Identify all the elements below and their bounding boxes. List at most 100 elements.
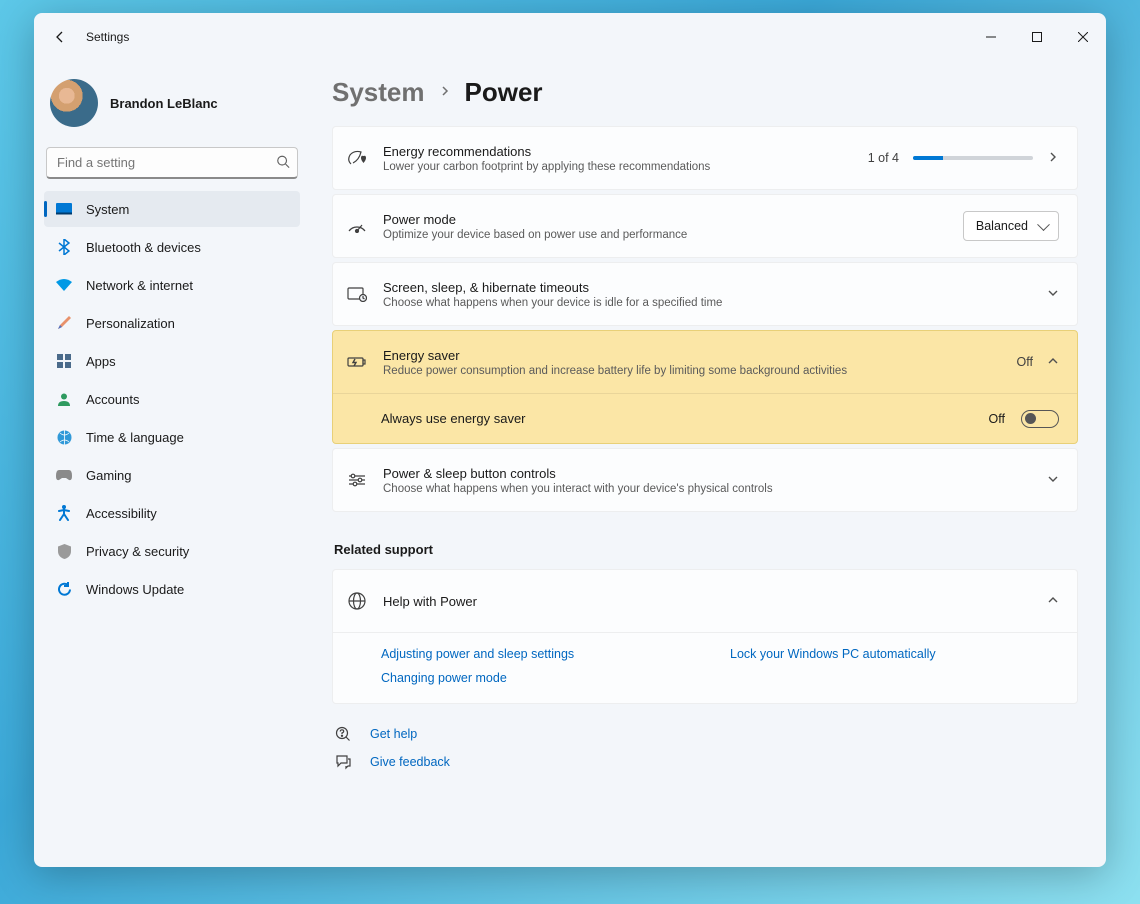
close-icon [1078,32,1088,42]
link-lock-pc[interactable]: Lock your Windows PC automatically [730,647,1059,661]
sidebar-item-update[interactable]: Windows Update [44,571,300,607]
subrow-label: Always use energy saver [381,411,973,426]
link-changing-mode[interactable]: Changing power mode [381,671,710,685]
row-subtitle: Reduce power consumption and increase ba… [383,365,1001,377]
row-subtitle: Lower your carbon footprint by applying … [383,161,852,173]
shield-icon [56,543,72,559]
give-feedback-row[interactable]: Give feedback [332,754,1078,770]
breadcrumb: System Power [332,77,1078,108]
row-title: Help with Power [383,594,1031,609]
row-subtitle: Optimize your device based on power use … [383,229,947,241]
sidebar-item-privacy[interactable]: Privacy & security [44,533,300,569]
footer-links: Get help Give feedback [332,726,1078,770]
get-help-row[interactable]: Get help [332,726,1078,742]
update-icon [56,581,72,597]
sidebar-item-time[interactable]: Time & language [44,419,300,455]
status-text: Off [1017,355,1033,369]
arrow-left-icon [52,29,68,45]
card-help-with-power: Help with Power Adjusting power and slee… [332,569,1078,704]
sidebar: Brandon LeBlanc System Bluetooth & devic… [34,61,310,867]
sidebar-item-accounts[interactable]: Accounts [44,381,300,417]
globe-help-icon [347,591,367,611]
link-adjusting-power[interactable]: Adjusting power and sleep settings [381,647,710,661]
sidebar-item-label: Apps [86,354,116,369]
bluetooth-icon [56,239,72,255]
row-subtitle: Choose what happens when you interact wi… [383,483,1031,495]
nav: System Bluetooth & devices Network & int… [44,191,300,607]
page-title: Power [465,77,543,108]
row-subtitle: Choose what happens when your device is … [383,297,1031,309]
row-title: Power & sleep button controls [383,466,1031,481]
row-timeouts[interactable]: Screen, sleep, & hibernate timeouts Choo… [333,263,1077,325]
window-title: Settings [86,30,129,44]
energy-saver-icon [347,352,367,372]
sidebar-item-network[interactable]: Network & internet [44,267,300,303]
leaf-heart-icon [347,148,367,168]
get-help-link[interactable]: Get help [370,727,417,741]
power-mode-icon [347,216,367,236]
maximize-button[interactable] [1014,21,1060,53]
minimize-icon [986,32,996,42]
card-timeouts: Screen, sleep, & hibernate timeouts Choo… [332,262,1078,326]
card-energy-recommendations: Energy recommendations Lower your carbon… [332,126,1078,190]
search-input[interactable] [46,147,298,179]
card-power-mode: Power mode Optimize your device based on… [332,194,1078,258]
sidebar-item-label: Network & internet [86,278,193,293]
feedback-icon [334,754,352,770]
related-support-heading: Related support [334,542,1078,557]
row-power-mode[interactable]: Power mode Optimize your device based on… [333,195,1077,257]
sidebar-item-bluetooth[interactable]: Bluetooth & devices [44,229,300,265]
accessibility-icon [56,505,72,521]
sidebar-item-label: Windows Update [86,582,184,597]
sidebar-item-personalization[interactable]: Personalization [44,305,300,341]
titlebar: Settings [34,13,1106,61]
person-icon [56,391,72,407]
sidebar-item-label: Accounts [86,392,139,407]
sidebar-item-label: Time & language [86,430,184,445]
sidebar-item-label: Gaming [86,468,132,483]
chevron-down-icon [1047,287,1059,302]
sidebar-item-label: Bluetooth & devices [86,240,201,255]
row-energy-saver[interactable]: Energy saver Reduce power consumption an… [333,331,1077,393]
sidebar-item-label: System [86,202,129,217]
wifi-icon [56,277,72,293]
row-help-with-power[interactable]: Help with Power [333,570,1077,632]
help-links: Adjusting power and sleep settings Lock … [333,632,1077,703]
minimize-button[interactable] [968,21,1014,53]
chevron-up-icon [1047,594,1059,609]
row-power-buttons[interactable]: Power & sleep button controls Choose wha… [333,449,1077,511]
give-feedback-link[interactable]: Give feedback [370,755,450,769]
back-button[interactable] [48,25,72,49]
sliders-icon [347,470,367,490]
power-mode-dropdown[interactable]: Balanced [963,211,1059,241]
progress-bar [913,156,1033,160]
toggle-status: Off [989,412,1005,426]
chevron-right-icon [439,85,451,100]
chevron-down-icon [1047,473,1059,488]
row-energy-recommendations[interactable]: Energy recommendations Lower your carbon… [333,127,1077,189]
progress-text: 1 of 4 [868,151,899,165]
paintbrush-icon [56,315,72,331]
always-energy-saver-toggle[interactable] [1021,410,1059,428]
maximize-icon [1032,32,1042,42]
subrow-always-energy-saver: Always use energy saver Off [333,393,1077,443]
sidebar-item-gaming[interactable]: Gaming [44,457,300,493]
search-icon[interactable] [276,155,290,172]
globe-clock-icon [56,429,72,445]
sidebar-item-apps[interactable]: Apps [44,343,300,379]
profile[interactable]: Brandon LeBlanc [44,67,300,143]
settings-window: Settings Brandon LeBlanc [34,13,1106,867]
row-title: Power mode [383,212,947,227]
search-box [46,147,298,179]
breadcrumb-parent[interactable]: System [332,77,425,108]
help-icon [334,726,352,742]
sidebar-item-accessibility[interactable]: Accessibility [44,495,300,531]
row-title: Energy saver [383,348,1001,363]
close-button[interactable] [1060,21,1106,53]
sidebar-item-system[interactable]: System [44,191,300,227]
card-power-buttons: Power & sleep button controls Choose wha… [332,448,1078,512]
gamepad-icon [56,467,72,483]
window-controls [968,21,1106,53]
sidebar-item-label: Personalization [86,316,175,331]
sidebar-item-label: Accessibility [86,506,157,521]
